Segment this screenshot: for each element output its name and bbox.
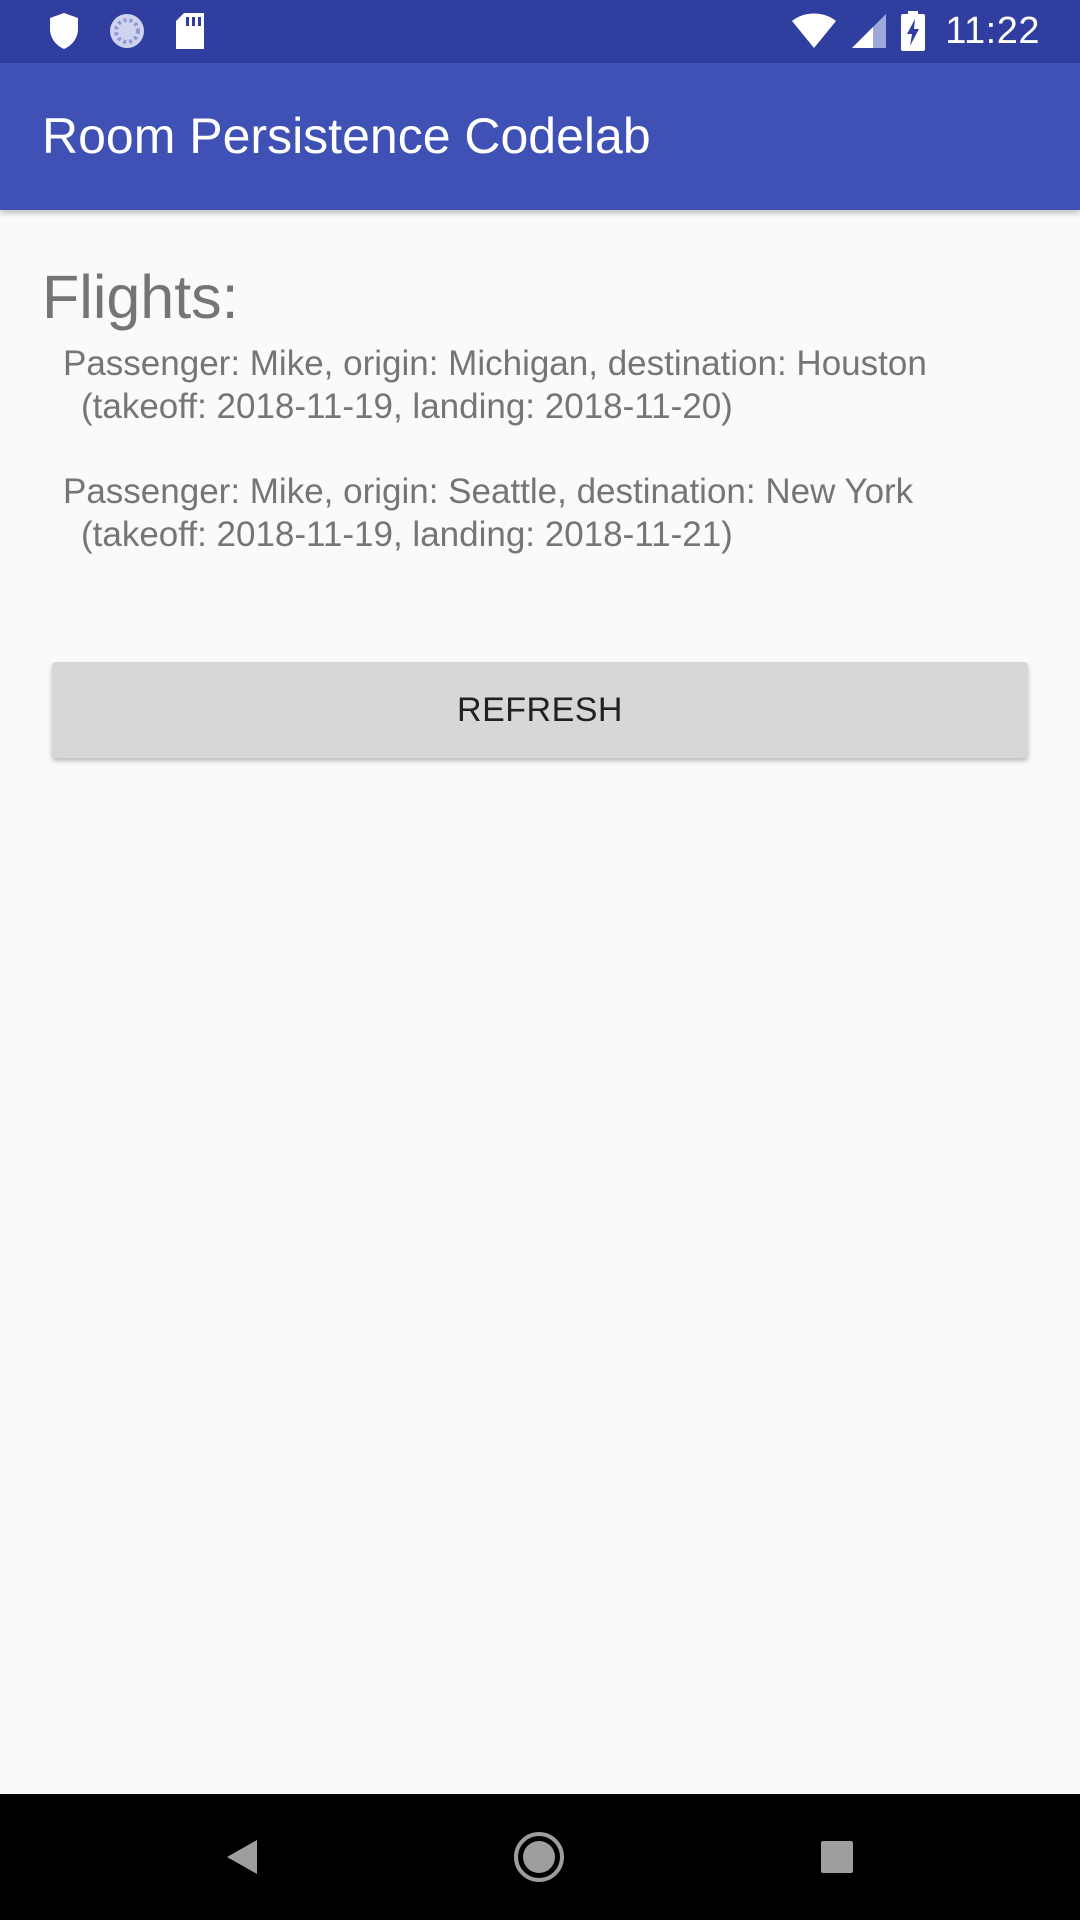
status-clock: 11:22 — [945, 9, 1040, 52]
navigation-bar — [0, 1794, 1080, 1920]
flight-passenger-route: Passenger: Mike, origin: Seattle, destin… — [63, 472, 914, 511]
cell-signal-icon — [851, 13, 887, 49]
flight-dates: (takeoff: 2018-11-19, landing: 2018-11-2… — [81, 387, 733, 426]
sd-card-icon — [174, 12, 206, 50]
recents-icon[interactable] — [807, 1827, 867, 1887]
flight-item: Passenger: Mike, origin: Michigan, desti… — [63, 342, 1043, 428]
screen: 11:22 Room Persistence Codelab Flights: … — [0, 0, 1080, 1920]
flights-heading: Flights: — [42, 263, 239, 331]
app-bar: Room Persistence Codelab — [0, 63, 1080, 210]
flight-item: Passenger: Mike, origin: Seattle, destin… — [63, 470, 1043, 556]
wifi-icon — [791, 13, 837, 49]
flight-dates: (takeoff: 2018-11-19, landing: 2018-11-2… — [81, 515, 733, 554]
app-title: Room Persistence Codelab — [42, 108, 651, 164]
back-icon[interactable] — [212, 1827, 272, 1887]
flight-list: Passenger: Mike, origin: Michigan, desti… — [63, 342, 1043, 598]
status-right-icons: 11:22 — [791, 8, 1040, 54]
shield-icon — [48, 12, 80, 50]
battery-charging-icon — [901, 11, 926, 51]
status-left-icons — [48, 11, 206, 51]
status-bar: 11:22 — [0, 0, 1080, 63]
sync-icon — [108, 12, 146, 50]
refresh-button[interactable]: REFRESH — [52, 662, 1028, 758]
home-icon[interactable] — [509, 1827, 569, 1887]
flight-passenger-route: Passenger: Mike, origin: Michigan, desti… — [63, 344, 927, 383]
main-content: Flights: Passenger: Mike, origin: Michig… — [0, 210, 1080, 1794]
